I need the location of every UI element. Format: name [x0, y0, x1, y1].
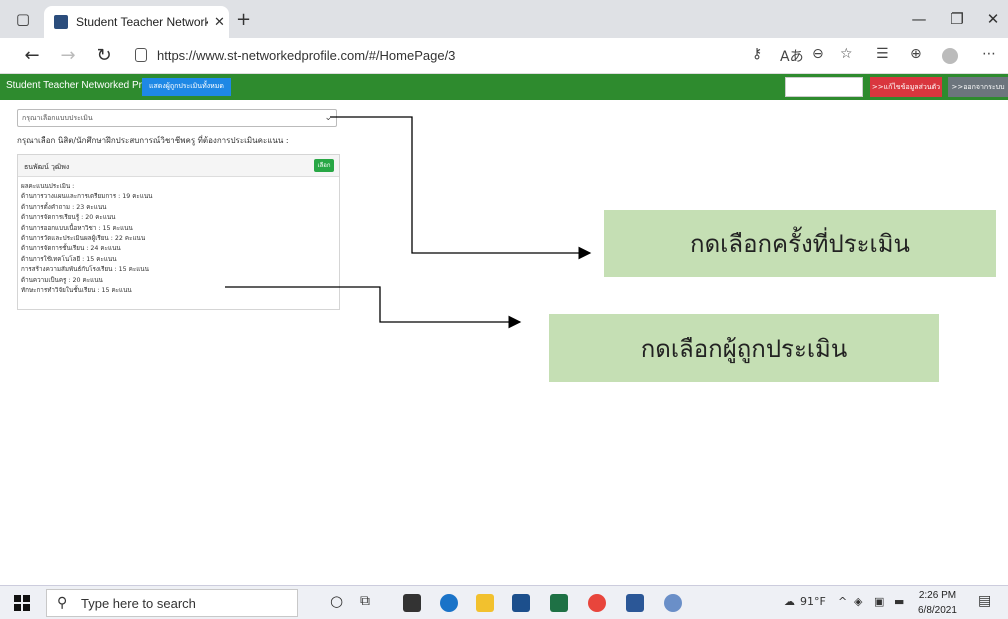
edge-icon[interactable] — [440, 594, 458, 612]
edit-profile-button[interactable]: >>แก้ไขข้อมูลส่วนตัว — [870, 77, 942, 97]
cortana-icon[interactable]: ○ — [330, 592, 343, 610]
taskbar-search-input[interactable]: ⚲ Type here to search — [46, 589, 298, 617]
taskbar-search-placeholder: Type here to search — [81, 596, 196, 611]
score-heading: ผลคะแนนประเมิน : — [21, 183, 75, 190]
select-evaluatee-button[interactable]: เลือก — [314, 159, 334, 172]
refresh-icon[interactable]: ↻ — [92, 44, 116, 68]
windows-start-icon[interactable] — [14, 595, 30, 611]
window-close-button[interactable]: ✕ — [980, 8, 1006, 30]
clock-time: 2:26 PM — [918, 590, 957, 601]
system-clock[interactable]: 2:26 PM 6/8/2021 — [918, 588, 957, 618]
site-favicon-icon — [54, 15, 68, 29]
favorite-icon[interactable]: ☆ — [840, 46, 853, 62]
score-item: ด้านการตั้งคำถาม : 23 คะแนน — [21, 203, 107, 211]
notification-center-icon[interactable]: ▤ — [978, 593, 991, 609]
temperature-text[interactable]: 91°F — [800, 595, 826, 608]
tab-title: Student Teacher Networked Prof — [76, 15, 208, 29]
evaluatee-name: ธนพัฒน์ วุฒิพง — [24, 163, 70, 171]
tab-close-icon[interactable]: ✕ — [214, 15, 225, 30]
read-aloud-icon[interactable]: Aあ — [780, 46, 804, 66]
score-item: ด้านการออกแบบเนื้อหาวิชา : 15 คะแนน — [21, 224, 133, 232]
evaluation-round-select[interactable]: กรุณาเลือกแบบประเมิน ⌄ — [17, 109, 337, 127]
score-item: ด้านการวางแผนและการเตรียมการ : 19 คะแนน — [21, 193, 153, 201]
brand-title[interactable]: Student Teacher Networked Profile — [6, 80, 160, 91]
score-item: การสร้างความสัมพันธ์กับโรงเรียน : 15 คะแ… — [21, 266, 149, 274]
browser-tab[interactable]: Student Teacher Networked Prof ✕ — [44, 6, 229, 38]
zoom-icon[interactable]: ⊖ — [812, 46, 824, 62]
app-navbar: Student Teacher Networked Profile แสดงผู… — [0, 74, 1008, 100]
callout-select-round: กดเลือกครั้งที่ประเมิน — [604, 210, 996, 277]
url-field[interactable]: https://www.st-networkedprofile.com/#/Ho… — [157, 48, 455, 63]
key-icon[interactable]: ⚷ — [752, 46, 762, 62]
network-icon[interactable]: ◈ — [854, 595, 862, 608]
score-item: ด้านการวัดและประเมินผลผู้เรียน : 22 คะแน… — [21, 235, 146, 243]
logout-button[interactable]: >>ออกจากระบบ — [948, 77, 1008, 97]
task-view-icon[interactable]: ⧉ — [360, 593, 370, 609]
browser-tab-strip: ▢ Student Teacher Networked Prof ✕ + — ❐… — [0, 0, 1008, 38]
minimize-button[interactable]: — — [906, 8, 932, 30]
score-item: ด้านการจัดการเรียนรู้ : 20 คะแนน — [21, 214, 116, 222]
chevron-down-icon: ⌄ — [324, 113, 332, 123]
card-header: ธนพัฒน์ วุฒิพง เลือก — [18, 155, 339, 177]
score-item: ด้านการจัดการชั้นเรียน : 24 คะแนน — [21, 245, 121, 253]
evaluatee-card: ธนพัฒน์ วุฒิพง เลือก ผลคะแนนประเมิน : ด้… — [17, 154, 340, 310]
windows-taskbar: ⚲ Type here to search ○ ⧉ ☁ 91°F ^ ◈ ▣ ▬… — [0, 585, 1008, 619]
excel-icon[interactable] — [550, 594, 568, 612]
navbar-search-input[interactable] — [785, 77, 863, 97]
new-tab-button[interactable]: + — [236, 9, 251, 30]
notification-app-icon[interactable]: ▣ — [874, 595, 884, 608]
score-item: ด้านการใช้เทคโนโลยี : 15 คะแนน — [21, 255, 117, 263]
restore-button[interactable]: ❐ — [944, 8, 970, 30]
callout-select-evaluatee: กดเลือกผู้ถูกประเมิน — [549, 314, 939, 382]
evaluation-round-placeholder: กรุณาเลือกแบบประเมิน — [22, 114, 93, 122]
search-icon: ⚲ — [57, 595, 68, 611]
arrow-to-round-callout — [330, 116, 592, 260]
back-icon[interactable]: ← — [20, 44, 44, 68]
more-options-icon[interactable]: ⋯ — [982, 46, 996, 62]
word-icon[interactable] — [626, 594, 644, 612]
instruction-text: กรุณาเลือก นิสิต/นักศึกษาฝึกประสบการณ์วิ… — [17, 136, 289, 145]
forward-icon[interactable]: → — [56, 44, 80, 68]
favorites-list-icon[interactable]: ☰ — [876, 46, 889, 62]
profile-avatar[interactable] — [942, 48, 958, 64]
chrome-icon[interactable] — [588, 594, 606, 612]
score-list: ผลคะแนนประเมิน : ด้านการวางแผนและการเตรี… — [21, 182, 337, 296]
app-icon[interactable] — [664, 594, 682, 612]
collections-icon[interactable]: ⊕ — [910, 46, 922, 62]
show-all-evaluatees-button[interactable]: แสดงผู้ถูกประเมินทั้งหมด — [142, 78, 231, 96]
battery-icon[interactable]: ▬ — [894, 595, 904, 608]
chevron-up-icon[interactable]: ^ — [838, 595, 847, 608]
score-item: ทักษะการทำวิจัยในชั้นเรียน : 15 คะแนน — [21, 287, 132, 295]
clock-date: 6/8/2021 — [918, 605, 957, 616]
store-icon[interactable] — [403, 594, 421, 612]
lock-icon[interactable] — [135, 48, 147, 62]
score-item: ด้านความเป็นครู : 20 คะแนน — [21, 276, 103, 284]
file-explorer-icon[interactable] — [476, 594, 494, 612]
weather-icon[interactable]: ☁ — [784, 595, 795, 608]
tab-actions-icon[interactable]: ▢ — [10, 8, 36, 30]
mail-icon[interactable] — [512, 594, 530, 612]
address-bar: ← → ↻ https://www.st-networkedprofile.co… — [0, 38, 1008, 74]
